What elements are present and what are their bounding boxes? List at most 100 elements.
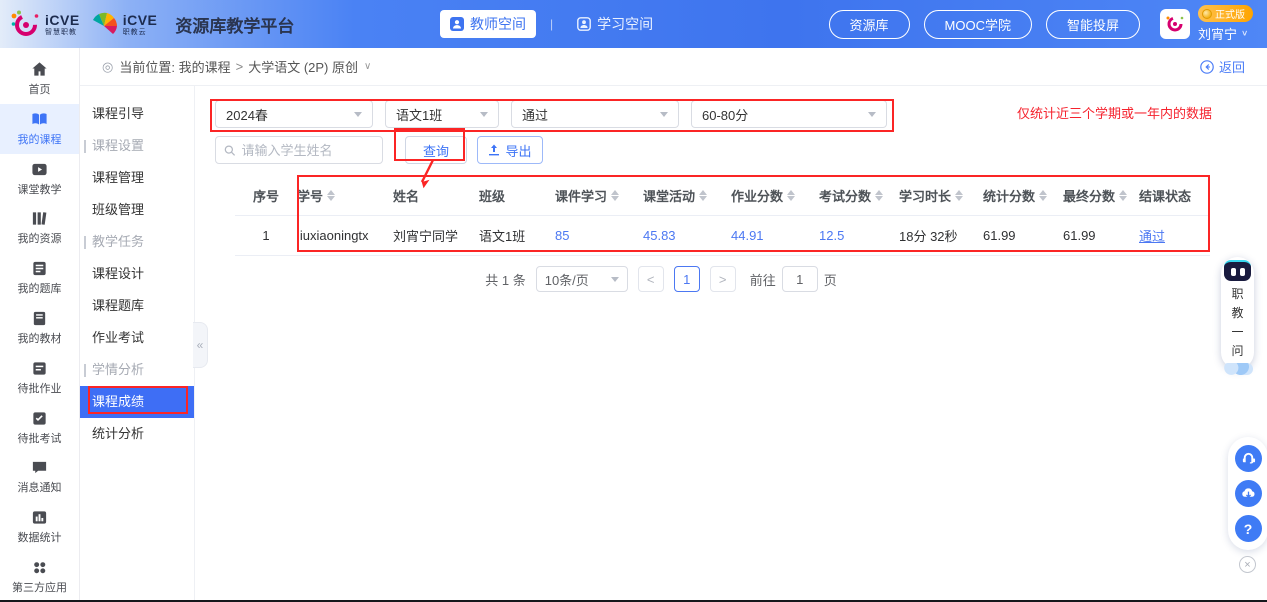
cell-index: 1 bbox=[235, 228, 297, 243]
submenu-item-course-design[interactable]: 课程设计 bbox=[80, 258, 194, 290]
submenu-item-homework-exam[interactable]: 作业考试 bbox=[80, 322, 194, 354]
sidebar-item-home[interactable]: 首页 bbox=[0, 54, 79, 104]
sidebar-item-label: 第三方应用 bbox=[12, 579, 67, 595]
chevron-down-icon bbox=[354, 112, 362, 117]
sidebar-item-label: 我的资源 bbox=[18, 230, 62, 246]
space-separator: | bbox=[550, 17, 553, 31]
sort-icon[interactable] bbox=[699, 190, 707, 201]
learning-space-button[interactable]: 学习空间 bbox=[567, 10, 663, 38]
score-range-value: 60-80分 bbox=[702, 105, 748, 124]
cell-homework-link[interactable]: 44.91 bbox=[731, 228, 819, 243]
sort-icon[interactable] bbox=[327, 190, 335, 201]
back-button[interactable]: 返回 bbox=[1200, 57, 1245, 76]
customer-service-button[interactable] bbox=[1235, 445, 1262, 472]
sort-icon[interactable] bbox=[875, 190, 883, 201]
table-header-row: 序号 学号 姓名 班级 课件学习 课堂活动 作业分数 考试分数 学习时长 统计分… bbox=[235, 176, 1210, 216]
sidebar-item-label: 我的题库 bbox=[18, 280, 62, 296]
sidebar-item-my-question-bank[interactable]: 我的题库 bbox=[0, 253, 79, 303]
sort-icon[interactable] bbox=[955, 190, 963, 201]
cell-class: 语文1班 bbox=[479, 226, 555, 245]
semester-select[interactable]: 2024春 bbox=[215, 100, 373, 128]
column-header-courseware[interactable]: 课件学习 bbox=[555, 186, 643, 205]
breadcrumb: ◎ 当前位置: 我的课程 > 大学语文 (2P) 原创 ∨ 返回 bbox=[80, 48, 1267, 86]
submenu-item-course-guide[interactable]: 课程引导 bbox=[80, 98, 194, 130]
resource-library-button[interactable]: 资源库 bbox=[829, 10, 910, 39]
sidebar-item-pending-homework[interactable]: 待批作业 bbox=[0, 353, 79, 403]
chevron-down-icon[interactable]: ∨ bbox=[364, 61, 371, 72]
query-button[interactable]: 查询 bbox=[405, 136, 467, 164]
column-header-final-score[interactable]: 最终分数 bbox=[1063, 186, 1139, 205]
question-bank-icon bbox=[31, 260, 48, 277]
class-select[interactable]: 语文1班 bbox=[385, 100, 499, 128]
cell-stat-score: 61.99 bbox=[983, 228, 1063, 243]
student-search-input[interactable] bbox=[241, 143, 374, 158]
help-button[interactable]: ? bbox=[1235, 515, 1262, 542]
cloud-decoration bbox=[1222, 363, 1253, 375]
export-button[interactable]: 导出 bbox=[477, 136, 543, 164]
column-header-stat-score[interactable]: 统计分数 bbox=[983, 186, 1063, 205]
sidebar-item-my-courses[interactable]: 我的课程 bbox=[0, 104, 79, 154]
sidebar-item-data-statistics[interactable]: 数据统计 bbox=[0, 502, 79, 552]
sidebar-item-third-party-apps[interactable]: 第三方应用 bbox=[0, 552, 79, 602]
sidebar-item-classroom-teaching[interactable]: 课堂教学 bbox=[0, 154, 79, 204]
submenu-item-statistical-analysis[interactable]: 统计分析 bbox=[80, 418, 194, 450]
ai-assistant-widget[interactable]: 职 教 一 问 bbox=[1221, 257, 1254, 369]
sidebar-item-label: 数据统计 bbox=[18, 529, 62, 545]
course-submenu: 课程引导 课程设置 课程管理 班级管理 教学任务 课程设计 课程题库 作业考试 … bbox=[80, 86, 195, 602]
user-area: 正式版 刘宵宁 ∨ bbox=[1160, 5, 1253, 43]
cell-duration: 18分 32秒 bbox=[899, 226, 983, 245]
submenu-collapse-button[interactable]: « bbox=[193, 322, 208, 368]
breadcrumb-course[interactable]: 大学语文 (2P) 原创 bbox=[248, 57, 358, 76]
download-button[interactable] bbox=[1235, 480, 1262, 507]
page-size-select[interactable]: 10条/页 bbox=[536, 266, 628, 292]
breadcrumb-location-label: 当前位置: bbox=[119, 57, 175, 76]
close-widget-button[interactable]: × bbox=[1239, 556, 1256, 573]
table-row: 1 liuxiaoningtx 刘宵宁同学 语文1班 85 45.83 44.9… bbox=[235, 216, 1210, 256]
sort-icon[interactable] bbox=[1039, 190, 1047, 201]
score-range-select[interactable]: 60-80分 bbox=[691, 100, 887, 128]
sort-icon[interactable] bbox=[1119, 190, 1127, 201]
sidebar-item-notifications[interactable]: 消息通知 bbox=[0, 453, 79, 503]
sort-icon[interactable] bbox=[787, 190, 795, 201]
user-menu[interactable]: 刘宵宁 ∨ bbox=[1198, 24, 1248, 43]
avatar-logo-icon bbox=[1165, 14, 1185, 34]
space-nav: 教师空间 | 学习空间 bbox=[440, 0, 663, 48]
column-header-duration[interactable]: 学习时长 bbox=[899, 186, 983, 205]
cell-courseware-link[interactable]: 85 bbox=[555, 228, 643, 243]
submenu-group-learning-analysis: 学情分析 bbox=[80, 354, 194, 386]
column-header-activity[interactable]: 课堂活动 bbox=[643, 186, 731, 205]
goto-page-input[interactable] bbox=[782, 266, 818, 292]
submenu-item-course-grades[interactable]: 课程成绩 bbox=[80, 386, 194, 418]
smart-screencast-button[interactable]: 智能投屏 bbox=[1046, 10, 1140, 39]
help-stack: ? bbox=[1228, 437, 1267, 550]
cell-status-link[interactable]: 通过 bbox=[1139, 226, 1210, 245]
sidebar-item-pending-exams[interactable]: 待批考试 bbox=[0, 403, 79, 453]
avatar[interactable] bbox=[1160, 9, 1190, 39]
submenu-item-course-management[interactable]: 课程管理 bbox=[80, 162, 194, 194]
cell-activity-link[interactable]: 45.83 bbox=[643, 228, 731, 243]
current-page-button[interactable]: 1 bbox=[674, 266, 700, 292]
sidebar-item-my-textbooks[interactable]: 我的教材 bbox=[0, 303, 79, 353]
sort-icon[interactable] bbox=[611, 190, 619, 201]
cell-exam-link[interactable]: 12.5 bbox=[819, 228, 899, 243]
teacher-space-button[interactable]: 教师空间 bbox=[440, 10, 536, 38]
column-header-exam[interactable]: 考试分数 bbox=[819, 186, 899, 205]
textbook-icon bbox=[31, 310, 48, 327]
sidebar-item-my-resources[interactable]: 我的资源 bbox=[0, 203, 79, 253]
column-header-student-id[interactable]: 学号 bbox=[297, 186, 393, 205]
breadcrumb-root[interactable]: 我的课程 bbox=[179, 57, 231, 76]
sidebar-item-label: 我的教材 bbox=[18, 330, 62, 346]
download-cloud-icon bbox=[1241, 486, 1256, 501]
column-header-homework[interactable]: 作业分数 bbox=[731, 186, 819, 205]
next-page-button[interactable]: > bbox=[710, 266, 736, 292]
main-content: 2024春 语文1班 通过 60-80分 bbox=[195, 86, 1267, 602]
submenu-item-course-question-bank[interactable]: 课程题库 bbox=[80, 290, 194, 322]
search-icon bbox=[224, 144, 235, 157]
open-book-icon bbox=[31, 111, 48, 128]
status-select[interactable]: 通过 bbox=[511, 100, 679, 128]
mooc-college-button[interactable]: MOOC学院 bbox=[924, 10, 1032, 39]
prev-page-button[interactable]: < bbox=[638, 266, 664, 292]
submenu-item-class-management[interactable]: 班级管理 bbox=[80, 194, 194, 226]
version-badge: 正式版 bbox=[1198, 5, 1253, 22]
export-upload-icon bbox=[488, 144, 500, 156]
